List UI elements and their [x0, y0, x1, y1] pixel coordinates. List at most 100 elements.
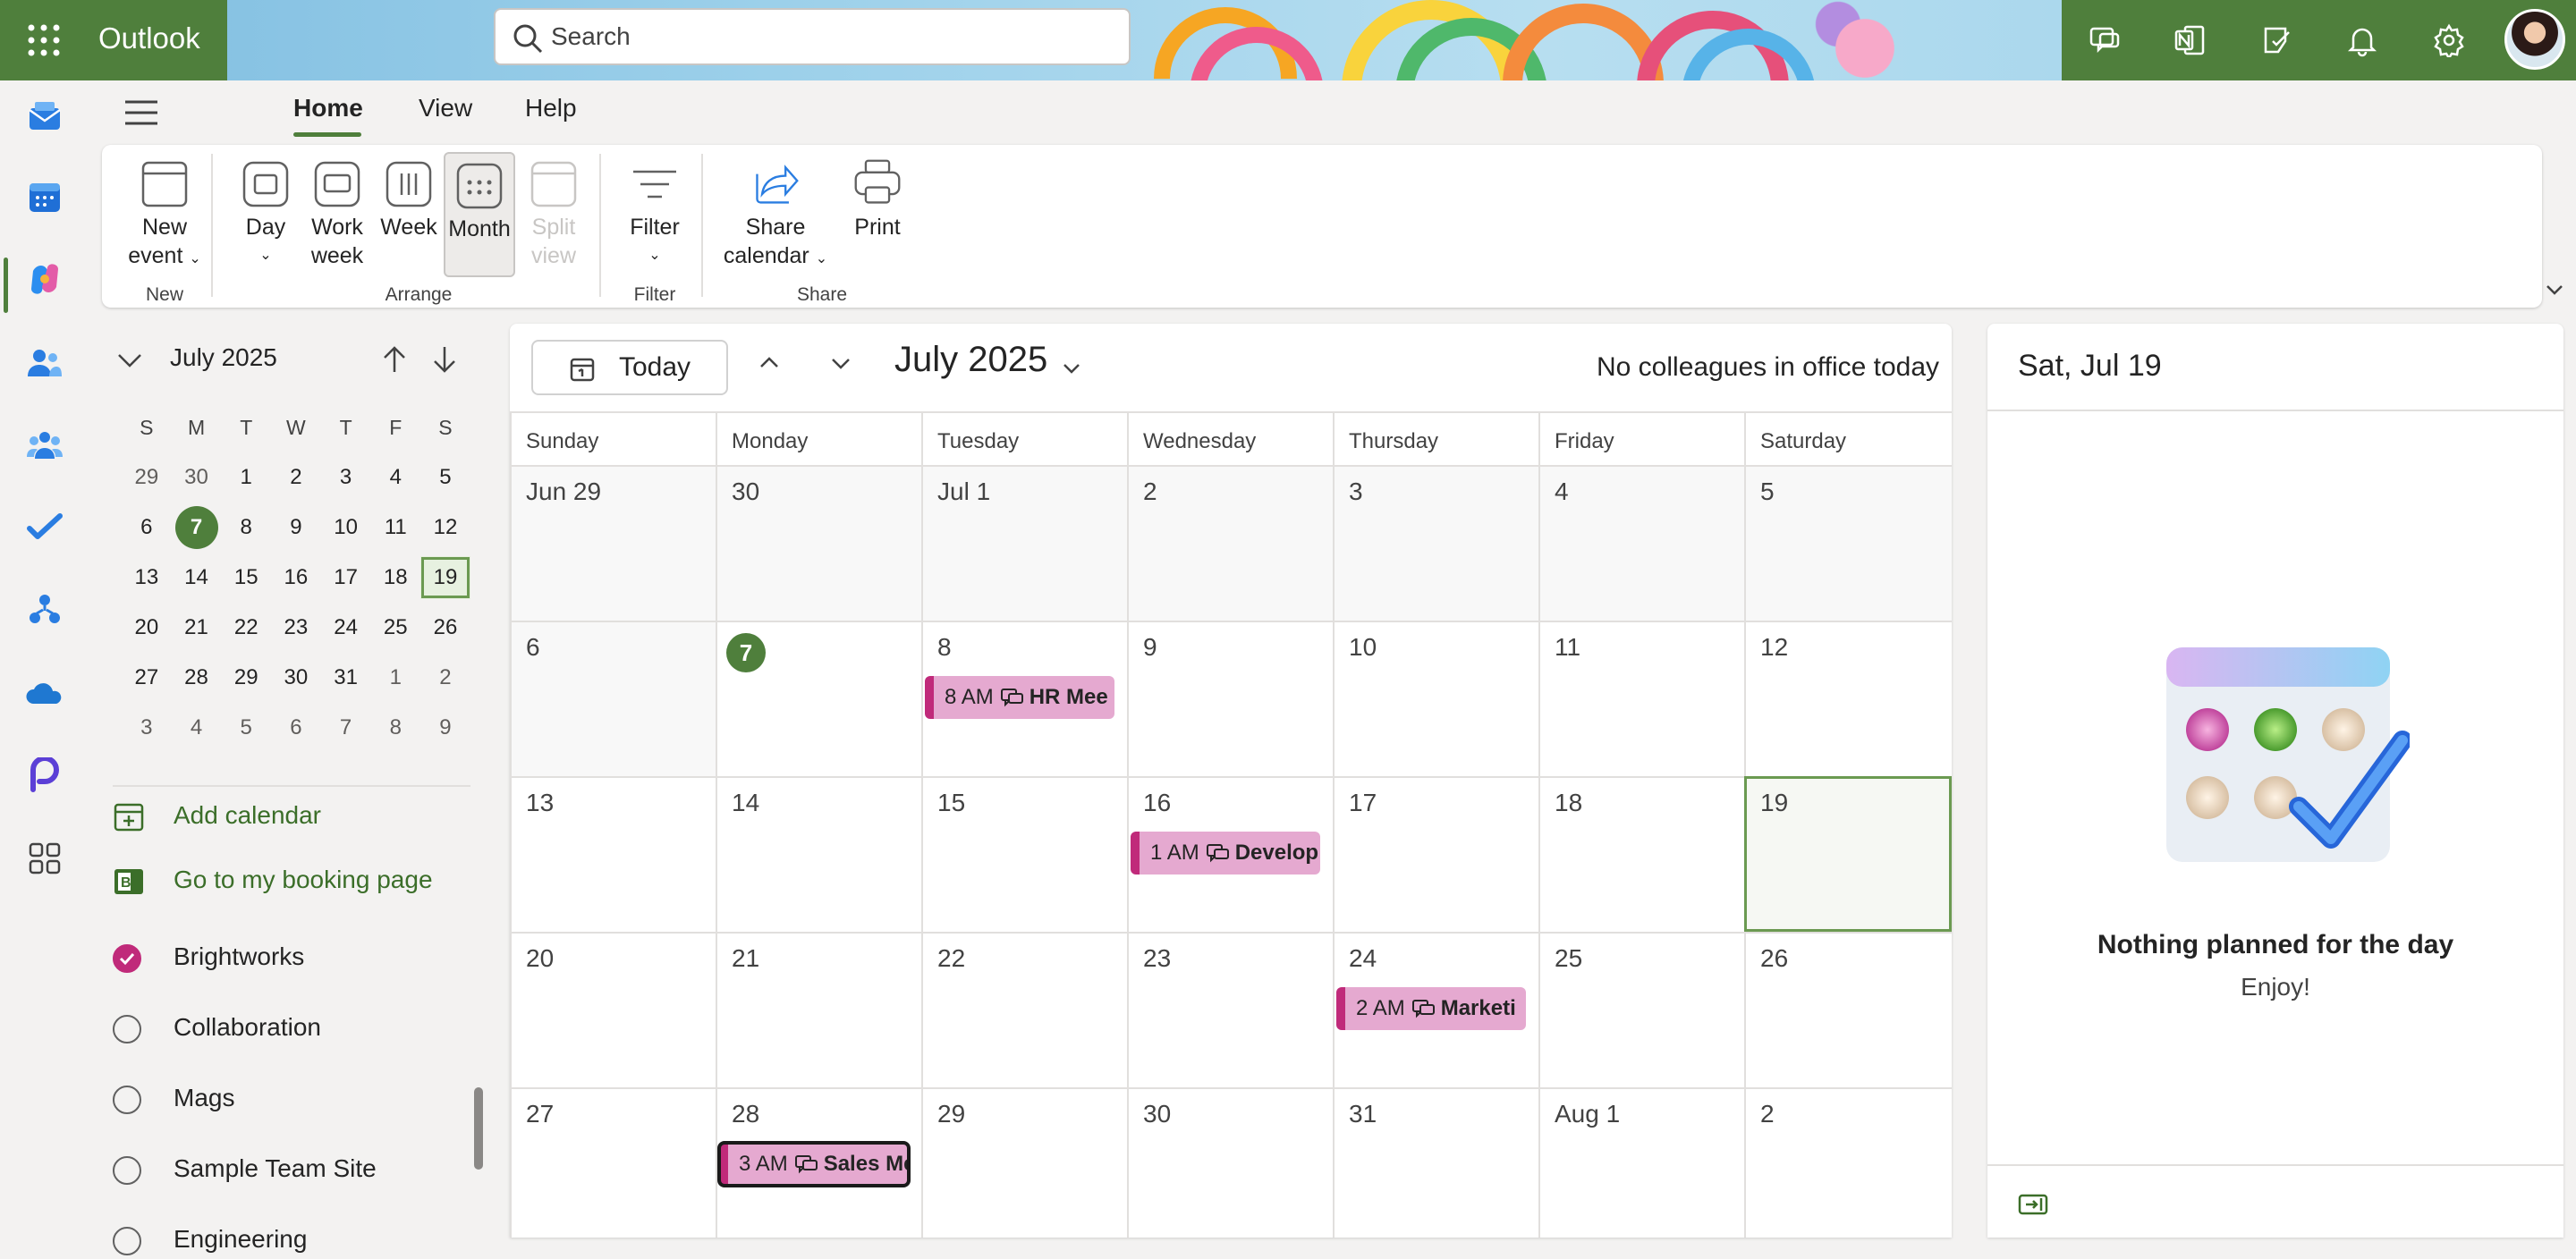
mini-calendar-day[interactable]: 1: [221, 456, 271, 499]
mini-calendar-day[interactable]: 31: [321, 656, 371, 699]
mail-app-icon[interactable]: [23, 95, 66, 138]
expand-pane-icon[interactable]: [2018, 1193, 2048, 1216]
mini-calendar-day[interactable]: 14: [172, 556, 222, 599]
mini-calendar-day[interactable]: 3: [321, 456, 371, 499]
day-cell[interactable]: 17: [1333, 776, 1538, 932]
user-avatar[interactable]: [2504, 9, 2565, 70]
mini-calendar-day[interactable]: 6: [122, 506, 172, 549]
day-cell[interactable]: 8 8 AM HR Mee: [921, 621, 1127, 776]
scrollbar-thumb[interactable]: [474, 1087, 483, 1170]
unchecked-circle-icon[interactable]: [113, 1156, 141, 1185]
day-cell[interactable]: 2: [1744, 1087, 1952, 1238]
mini-calendar-day[interactable]: 7: [321, 706, 371, 749]
mini-calendar-day[interactable]: 17: [321, 556, 371, 599]
mini-calendar-day[interactable]: 8: [221, 506, 271, 549]
mini-calendar-day[interactable]: 4: [172, 706, 222, 749]
mini-calendar-day[interactable]: 2: [271, 456, 321, 499]
org-explorer-app-icon[interactable]: [23, 588, 66, 631]
day-cell[interactable]: 21: [716, 932, 921, 1087]
next-month-arrow-icon[interactable]: [431, 345, 458, 374]
hamburger-menu-icon[interactable]: [123, 97, 159, 129]
calendar-item[interactable]: Sample Team Site: [113, 1153, 488, 1188]
day-cell[interactable]: 11: [1538, 621, 1744, 776]
day-cell[interactable]: 29: [921, 1087, 1127, 1238]
calendar-event[interactable]: 8 AM HR Mee: [925, 676, 1114, 719]
notifications-bell-icon[interactable]: [2342, 20, 2383, 61]
day-cell[interactable]: 13: [510, 776, 716, 932]
mini-calendar-title[interactable]: July 2025: [170, 343, 277, 372]
tab-view[interactable]: View: [419, 94, 472, 123]
day-cell[interactable]: Aug 1: [1538, 1087, 1744, 1238]
mini-calendar-day[interactable]: 4: [370, 456, 420, 499]
day-cell[interactable]: 20: [510, 932, 716, 1087]
day-cell[interactable]: 27: [510, 1087, 716, 1238]
mini-calendar-day[interactable]: 19: [420, 556, 470, 599]
day-cell[interactable]: 3: [1333, 465, 1538, 621]
day-cell[interactable]: 24 2 AM Marketi: [1333, 932, 1538, 1087]
mini-calendar-day[interactable]: 18: [370, 556, 420, 599]
split-view-button[interactable]: Split view: [522, 154, 585, 270]
month-picker-chevron-icon[interactable]: [1061, 358, 1082, 379]
viva-app-icon[interactable]: [23, 755, 66, 798]
calendar-event[interactable]: 3 AM Sales Me: [717, 1141, 911, 1187]
settings-gear-icon[interactable]: [2428, 20, 2470, 61]
mini-calendar-day[interactable]: 29: [122, 456, 172, 499]
mini-calendar-day[interactable]: 5: [420, 456, 470, 499]
day-cell[interactable]: 22: [921, 932, 1127, 1087]
mini-calendar-day[interactable]: 21: [172, 606, 222, 649]
next-month-chevron-icon[interactable]: [828, 351, 853, 376]
mini-calendar-day[interactable]: 12: [420, 506, 470, 549]
month-view-button[interactable]: Month: [444, 152, 515, 277]
tab-home[interactable]: Home: [293, 94, 363, 123]
new-event-button[interactable]: New event ⌄: [111, 154, 218, 274]
app-name[interactable]: Outlook: [98, 21, 200, 55]
day-cell[interactable]: Jun 29: [510, 465, 716, 621]
search-box[interactable]: [494, 8, 1131, 65]
week-view-button[interactable]: Week: [377, 154, 440, 241]
day-cell[interactable]: 14: [716, 776, 921, 932]
share-calendar-button[interactable]: Share calendar ⌄: [717, 154, 834, 274]
day-cell[interactable]: 30: [716, 465, 921, 621]
day-cell[interactable]: Jul 1: [921, 465, 1127, 621]
calendar-item[interactable]: Engineering: [113, 1223, 488, 1259]
mini-calendar-day[interactable]: 27: [122, 656, 172, 699]
mini-calendar-day[interactable]: 25: [370, 606, 420, 649]
day-cell[interactable]: 26: [1744, 932, 1952, 1087]
day-cell[interactable]: 31: [1333, 1087, 1538, 1238]
mini-calendar-day[interactable]: 15: [221, 556, 271, 599]
mini-calendar-day[interactable]: 13: [122, 556, 172, 599]
mini-calendar-day[interactable]: 30: [172, 456, 222, 499]
copilot-app-icon[interactable]: [23, 258, 66, 300]
todo-notes-icon[interactable]: [2257, 20, 2298, 61]
checked-circle-icon[interactable]: [113, 944, 141, 973]
mini-calendar-day[interactable]: 5: [221, 706, 271, 749]
day-cell[interactable]: 5: [1744, 465, 1952, 621]
mini-calendar-day[interactable]: 9: [420, 706, 470, 749]
mini-calendar-day[interactable]: 11: [370, 506, 420, 549]
day-cell[interactable]: 4: [1538, 465, 1744, 621]
onedrive-app-icon[interactable]: [23, 672, 66, 715]
day-cell[interactable]: 18: [1538, 776, 1744, 932]
mini-calendar-day[interactable]: 23: [271, 606, 321, 649]
collapse-chevron-icon[interactable]: [116, 347, 143, 374]
mini-calendar-day[interactable]: 22: [221, 606, 271, 649]
mini-calendar-day[interactable]: 1: [370, 656, 420, 699]
calendar-item[interactable]: Collaboration: [113, 1011, 488, 1047]
calendar-app-icon[interactable]: [23, 175, 66, 218]
day-cell[interactable]: 25: [1538, 932, 1744, 1087]
day-cell[interactable]: 30: [1127, 1087, 1333, 1238]
calendar-item[interactable]: Mags: [113, 1082, 488, 1118]
app-launcher-icon[interactable]: [25, 21, 63, 59]
mini-calendar-day[interactable]: 10: [321, 506, 371, 549]
previous-month-arrow-icon[interactable]: [381, 345, 408, 374]
mini-calendar-day[interactable]: 20: [122, 606, 172, 649]
booking-page-link[interactable]: Go to my booking page: [174, 866, 433, 894]
add-calendar-link[interactable]: Add calendar: [174, 801, 321, 830]
mini-calendar-day[interactable]: 8: [370, 706, 420, 749]
print-button[interactable]: Print: [837, 154, 918, 241]
previous-month-chevron-icon[interactable]: [757, 351, 782, 376]
mini-calendar-day[interactable]: 24: [321, 606, 371, 649]
more-apps-icon[interactable]: [23, 837, 66, 880]
ribbon-expand-chevron-icon[interactable]: [2544, 279, 2565, 300]
calendar-event[interactable]: 1 AM Develop: [1131, 832, 1320, 875]
